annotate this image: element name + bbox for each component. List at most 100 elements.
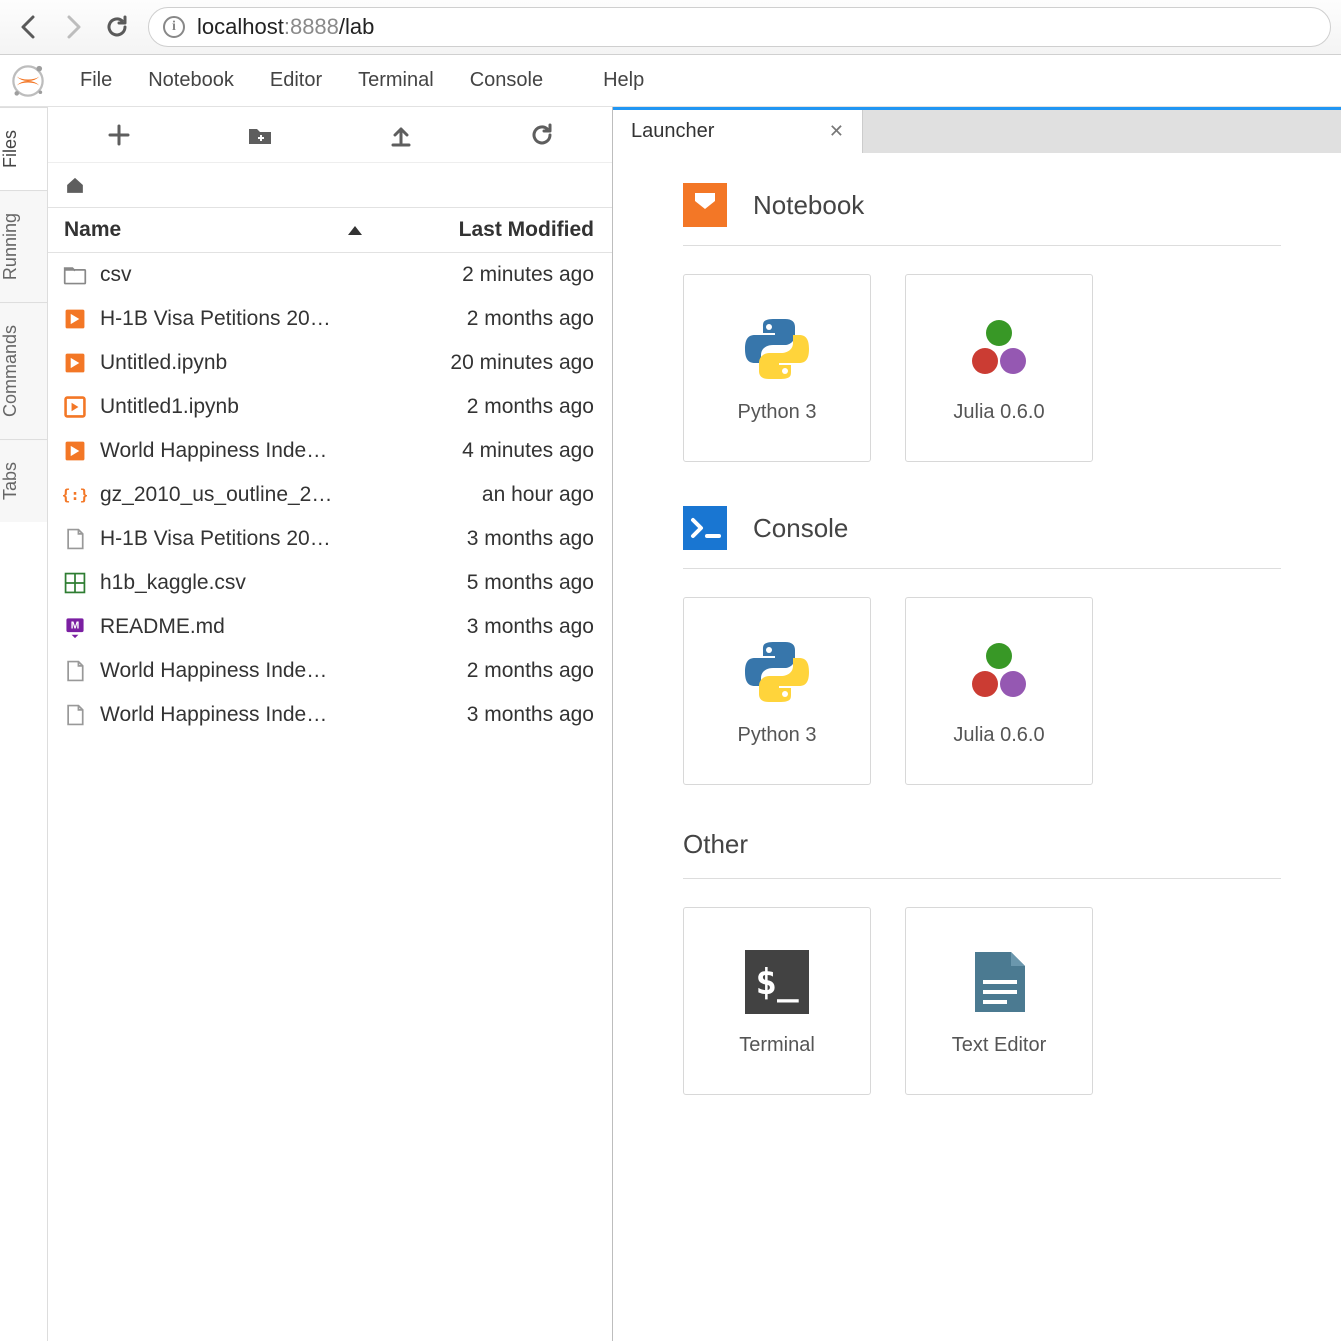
file-name: H-1B Visa Petitions 20… (100, 527, 374, 551)
file-modified: 3 months ago (374, 527, 594, 551)
menu-notebook[interactable]: Notebook (130, 55, 252, 106)
nav-reload-button[interactable] (98, 8, 136, 46)
file-row[interactable]: README.md3 months ago (48, 605, 612, 649)
launcher-card-text-editor[interactable]: Text Editor (905, 907, 1093, 1095)
card-label: Julia 0.6.0 (953, 401, 1044, 424)
console-section-icon (683, 506, 727, 550)
nav-back-button[interactable] (10, 8, 48, 46)
menu-terminal[interactable]: Terminal (340, 55, 452, 106)
terminal-icon (741, 946, 813, 1018)
address-bar[interactable]: i localhost:8888/lab (148, 7, 1331, 47)
section-header: Other (683, 829, 1281, 879)
launcher-section-other: Other Terminal Text Editor (683, 829, 1281, 1095)
home-icon (64, 174, 86, 196)
menu-editor[interactable]: Editor (252, 55, 340, 106)
nb-icon (62, 350, 88, 376)
column-name[interactable]: Name (48, 218, 392, 242)
file-row[interactable]: Untitled.ipynb20 minutes ago (48, 341, 612, 385)
file-modified: 3 months ago (374, 703, 594, 727)
new-folder-button[interactable] (240, 115, 280, 155)
new-launcher-button[interactable] (99, 115, 139, 155)
launcher-card-julia-0-6-0[interactable]: Julia 0.6.0 (905, 597, 1093, 785)
card-label: Julia 0.6.0 (953, 724, 1044, 747)
file-name: World Happiness Inde… (100, 439, 374, 463)
file-name: gz_2010_us_outline_2… (100, 483, 374, 507)
breadcrumb[interactable] (48, 163, 612, 207)
card-label: Python 3 (738, 401, 817, 424)
file-icon (62, 526, 88, 552)
file-modified: 4 minutes ago (374, 439, 594, 463)
file-row[interactable]: World Happiness Inde…4 minutes ago (48, 429, 612, 473)
column-modified[interactable]: Last Modified (392, 218, 612, 242)
activity-tab-commands[interactable]: Commands (0, 302, 47, 439)
nav-forward-button[interactable] (54, 8, 92, 46)
launcher: Notebook Python 3 Julia 0.6.0 Console Python… (613, 153, 1341, 1341)
file-row[interactable]: h1b_kaggle.csv5 months ago (48, 561, 612, 605)
nb-icon (62, 306, 88, 332)
file-row[interactable]: csv2 minutes ago (48, 253, 612, 297)
launcher-card-terminal[interactable]: Terminal (683, 907, 871, 1095)
tab-strip: Launcher ✕ (613, 107, 1341, 153)
url-port: :8888 (284, 14, 339, 40)
activity-tab-tabs[interactable]: Tabs (0, 439, 47, 522)
activity-tab-files[interactable]: Files (0, 107, 47, 190)
section-title: Notebook (753, 190, 864, 221)
folder-icon (62, 262, 88, 288)
file-browser-panel: Name Last Modified csv2 minutes agoH-1B … (48, 107, 613, 1341)
file-row[interactable]: World Happiness Inde…3 months ago (48, 693, 612, 737)
file-name: Untitled.ipynb (100, 351, 374, 375)
launcher-card-python-3[interactable]: Python 3 (683, 597, 871, 785)
file-name: h1b_kaggle.csv (100, 571, 374, 595)
upload-button[interactable] (381, 115, 421, 155)
activity-tab-running[interactable]: Running (0, 190, 47, 302)
card-label: Python 3 (738, 724, 817, 747)
card-label: Text Editor (952, 1034, 1046, 1057)
file-row[interactable]: H-1B Visa Petitions 20…2 months ago (48, 297, 612, 341)
card-label: Terminal (739, 1034, 815, 1057)
browser-toolbar: i localhost:8888/lab (0, 0, 1341, 55)
column-name-label: Name (64, 218, 121, 242)
tab-launcher[interactable]: Launcher ✕ (613, 110, 863, 153)
file-name: H-1B Visa Petitions 20… (100, 307, 374, 331)
json-icon (62, 482, 88, 508)
file-row[interactable]: Untitled1.ipynb2 months ago (48, 385, 612, 429)
file-modified: 2 months ago (374, 659, 594, 683)
file-modified: 20 minutes ago (374, 351, 594, 375)
section-title: Console (753, 513, 848, 544)
notebook-section-icon (683, 183, 727, 227)
main-area: Launcher ✕ NotebookPython 3Julia 0.6.0Co… (613, 107, 1341, 1341)
menu-file[interactable]: File (62, 55, 130, 106)
tab-title: Launcher (631, 120, 714, 143)
file-name: World Happiness Inde… (100, 703, 374, 727)
launcher-section-notebook: Notebook Python 3 Julia 0.6.0 (683, 183, 1281, 462)
file-list: csv2 minutes agoH-1B Visa Petitions 20…2… (48, 253, 612, 1341)
python-icon (741, 636, 813, 708)
file-modified: 5 months ago (374, 571, 594, 595)
tab-close-button[interactable]: ✕ (809, 121, 844, 142)
file-name: World Happiness Inde… (100, 659, 374, 683)
launcher-card-julia-0-6-0[interactable]: Julia 0.6.0 (905, 274, 1093, 462)
julia-icon (963, 636, 1035, 708)
url-host: localhost (197, 14, 284, 40)
file-row[interactable]: gz_2010_us_outline_2…an hour ago (48, 473, 612, 517)
file-toolbar (48, 107, 612, 163)
sort-ascending-icon (348, 226, 362, 235)
launcher-card-python-3[interactable]: Python 3 (683, 274, 871, 462)
refresh-button[interactable] (522, 115, 562, 155)
site-info-icon[interactable]: i (163, 16, 185, 38)
file-modified: 2 months ago (374, 307, 594, 331)
file-list-header: Name Last Modified (48, 207, 612, 253)
launcher-section-console: Console Python 3 Julia 0.6.0 (683, 506, 1281, 785)
menu-help[interactable]: Help (585, 55, 662, 106)
jupyter-logo-icon (8, 61, 48, 101)
file-row[interactable]: World Happiness Inde…2 months ago (48, 649, 612, 693)
section-title: Other (683, 829, 748, 860)
file-name: README.md (100, 615, 374, 639)
python-icon (741, 313, 813, 385)
nb-icon (62, 438, 88, 464)
file-modified: 2 months ago (374, 395, 594, 419)
app-menubar: FileNotebookEditorTerminalConsole Help (0, 55, 1341, 107)
file-modified: 3 months ago (374, 615, 594, 639)
file-row[interactable]: H-1B Visa Petitions 20…3 months ago (48, 517, 612, 561)
menu-console[interactable]: Console (452, 55, 561, 106)
